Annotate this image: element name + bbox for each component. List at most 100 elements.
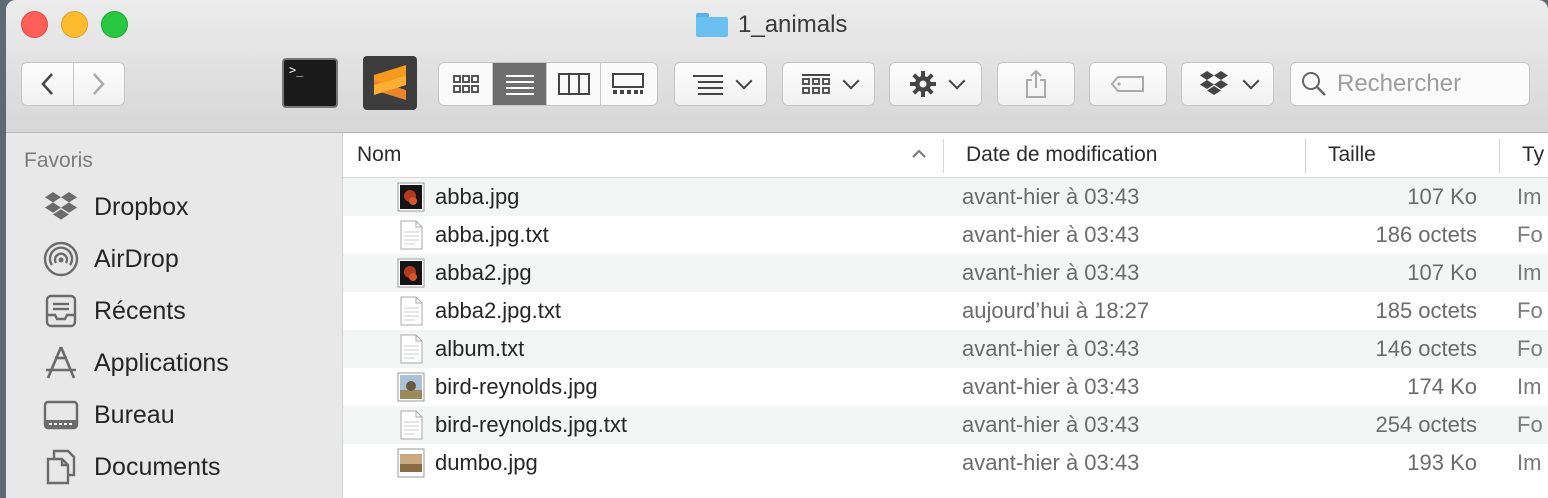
sidebar-item-label: Bureau bbox=[94, 400, 175, 429]
column-header-type-label: Ty bbox=[1522, 143, 1545, 166]
file-size: 254 octets bbox=[1375, 412, 1477, 437]
chevron-right-icon bbox=[92, 73, 105, 95]
finder-window: 1_animals >_ Rechercher Favoris Dropbox … bbox=[6, 0, 1548, 498]
sidebar-item-dropbox[interactable]: Dropbox bbox=[42, 187, 189, 227]
file-size: 193 Ko bbox=[1407, 450, 1477, 475]
action-menu-button[interactable] bbox=[889, 62, 982, 106]
table-row[interactable]: abba2.jpg.txt aujourd’hui à 18:27 185 oc… bbox=[343, 292, 1548, 330]
file-name-cell: abba.jpg bbox=[397, 178, 519, 216]
column-divider[interactable] bbox=[1305, 139, 1306, 173]
file-name: abba2.jpg.txt bbox=[435, 298, 561, 323]
tags-button[interactable] bbox=[1089, 62, 1167, 106]
table-row[interactable]: dumbo.jpg avant-hier à 03:43 193 Ko Im bbox=[343, 444, 1548, 482]
sidebar: Favoris Dropbox AirDrop Récents Applicat… bbox=[6, 133, 343, 498]
dropbox-menu-button[interactable] bbox=[1181, 62, 1274, 106]
file-name-cell: bird-reynolds.jpg bbox=[397, 368, 598, 406]
chevron-down-icon bbox=[1242, 72, 1259, 90]
chevron-down-icon bbox=[948, 72, 965, 90]
recents-icon bbox=[42, 292, 80, 330]
column-header-date[interactable]: Date de modification bbox=[966, 133, 1296, 177]
file-name-cell: abba2.jpg.txt bbox=[397, 292, 561, 330]
fullscreen-window-button[interactable] bbox=[101, 11, 128, 38]
dropbox-icon bbox=[42, 188, 80, 226]
sidebar-item-label: Applications bbox=[94, 348, 229, 377]
sublime-text-icon bbox=[374, 65, 406, 100]
column-header-type[interactable]: Ty bbox=[1522, 133, 1548, 177]
column-header-size[interactable]: Taille bbox=[1328, 133, 1478, 177]
list-view-button[interactable] bbox=[493, 63, 547, 105]
group-icon bbox=[801, 74, 830, 94]
share-icon bbox=[1026, 69, 1046, 98]
column-header-size-label: Taille bbox=[1328, 143, 1376, 166]
tag-icon bbox=[1110, 76, 1144, 92]
column-header-name[interactable]: Nom bbox=[357, 133, 937, 177]
sidebar-item-label: Dropbox bbox=[94, 192, 189, 221]
icon-view-button[interactable] bbox=[439, 63, 493, 105]
sidebar-heading: Favoris bbox=[24, 149, 93, 172]
navigation-buttons bbox=[21, 62, 125, 106]
gear-icon bbox=[909, 71, 936, 97]
file-size: 107 Ko bbox=[1407, 184, 1477, 209]
column-header-name-label: Nom bbox=[357, 143, 402, 166]
share-button[interactable] bbox=[997, 62, 1075, 106]
list-icon bbox=[505, 75, 534, 95]
terminal-app-button[interactable]: >_ bbox=[282, 58, 338, 108]
table-row[interactable]: abba.jpg.txt avant-hier à 03:43 186 octe… bbox=[343, 216, 1548, 254]
window-title: 1_animals bbox=[696, 8, 847, 42]
table-row[interactable]: abba.jpg avant-hier à 03:43 107 Ko Im bbox=[343, 178, 1548, 216]
airdrop-icon bbox=[42, 240, 80, 278]
column-divider[interactable] bbox=[943, 139, 944, 173]
sidebar-item-label: AirDrop bbox=[94, 244, 179, 273]
forward-button[interactable] bbox=[74, 63, 125, 105]
file-size: 185 octets bbox=[1375, 298, 1477, 323]
back-button[interactable] bbox=[22, 63, 74, 105]
table-row[interactable]: abba2.jpg avant-hier à 03:43 107 Ko Im bbox=[343, 254, 1548, 292]
file-date: avant-hier à 03:43 bbox=[962, 336, 1140, 361]
column-divider[interactable] bbox=[1499, 139, 1500, 173]
table-row[interactable]: bird-reynolds.jpg.txt avant-hier à 03:43… bbox=[343, 406, 1548, 444]
gallery-view-button[interactable] bbox=[601, 63, 655, 105]
file-size: 186 octets bbox=[1375, 222, 1477, 247]
table-row[interactable]: bird-reynolds.jpg avant-hier à 03:43 174… bbox=[343, 368, 1548, 406]
file-name-cell: bird-reynolds.jpg.txt bbox=[397, 406, 627, 444]
group-menu-button[interactable] bbox=[782, 62, 875, 106]
sidebar-item-airdrop[interactable]: AirDrop bbox=[42, 239, 179, 279]
desktop-icon bbox=[42, 396, 80, 434]
text-document-icon bbox=[400, 220, 423, 250]
sidebar-item-desktop[interactable]: Bureau bbox=[42, 395, 175, 435]
file-name: album.txt bbox=[435, 336, 525, 361]
applications-icon bbox=[42, 344, 80, 382]
file-name: bird-reynolds.jpg.txt bbox=[435, 412, 627, 437]
sort-menu-button[interactable] bbox=[674, 62, 767, 106]
image-thumbnail-icon bbox=[397, 258, 425, 288]
image-thumbnail-icon bbox=[397, 182, 425, 212]
chevron-down-icon bbox=[735, 72, 752, 90]
column-view-button[interactable] bbox=[547, 63, 601, 105]
file-list: Nom Date de modification Taille Ty abba.… bbox=[343, 133, 1548, 498]
search-field[interactable] bbox=[1290, 62, 1530, 106]
columns-icon bbox=[557, 73, 590, 95]
grid-icon bbox=[452, 75, 479, 93]
window-title-text: 1_animals bbox=[738, 11, 848, 38]
search-input[interactable] bbox=[1335, 69, 1519, 99]
file-date: avant-hier à 03:43 bbox=[962, 184, 1140, 209]
toolbar: 1_animals >_ bbox=[6, 0, 1548, 133]
folder-icon bbox=[696, 13, 728, 37]
close-window-button[interactable] bbox=[21, 11, 48, 38]
file-name: bird-reynolds.jpg bbox=[435, 374, 598, 399]
sublime-text-app-button[interactable] bbox=[363, 56, 417, 110]
image-thumbnail-icon bbox=[397, 372, 425, 402]
file-type: Fo bbox=[1517, 298, 1543, 323]
file-rows: abba.jpg avant-hier à 03:43 107 Ko Im ab… bbox=[343, 178, 1548, 482]
text-document-icon bbox=[400, 334, 423, 364]
file-size: 146 octets bbox=[1375, 336, 1477, 361]
table-row[interactable]: album.txt avant-hier à 03:43 146 octets … bbox=[343, 330, 1548, 368]
minimize-window-button[interactable] bbox=[61, 11, 88, 38]
terminal-prompt: >_ bbox=[289, 63, 304, 77]
sidebar-item-recents[interactable]: Récents bbox=[42, 291, 186, 331]
sidebar-item-applications[interactable]: Applications bbox=[42, 343, 229, 383]
file-name: abba2.jpg bbox=[435, 260, 532, 285]
file-date: avant-hier à 03:43 bbox=[962, 260, 1140, 285]
sidebar-item-documents[interactable]: Documents bbox=[42, 447, 220, 487]
file-type: Im bbox=[1517, 260, 1542, 285]
